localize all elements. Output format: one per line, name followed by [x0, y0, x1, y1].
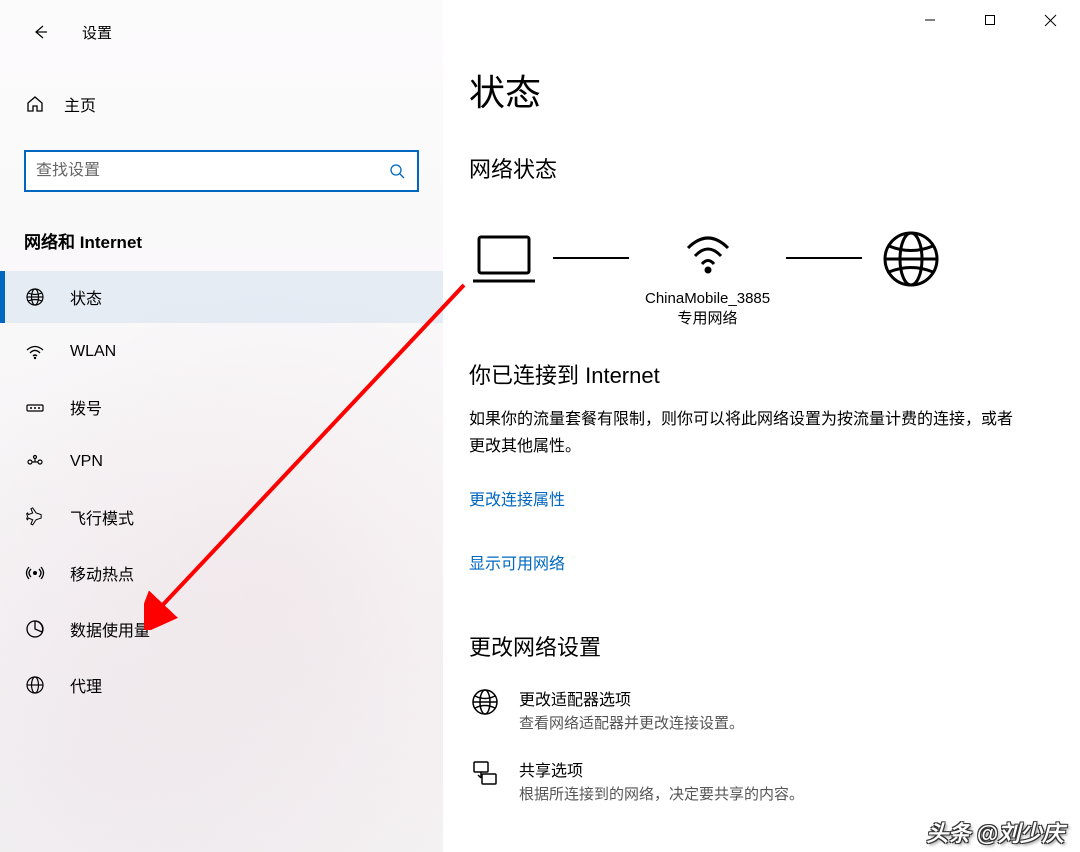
sidebar-item-label: 数据使用量	[70, 617, 150, 641]
wifi-ssid: ChinaMobile_3885	[645, 290, 770, 307]
sidebar-item-label: VPN	[70, 453, 103, 471]
sidebar-item-wlan[interactable]: WLAN	[0, 327, 443, 377]
sharing-icon	[469, 757, 501, 789]
sidebar-item-label: 状态	[70, 285, 102, 309]
wifi-router-icon: ChinaMobile_3885 专用网络	[645, 224, 770, 328]
sidebar-item-label: 飞行模式	[70, 505, 134, 529]
titlebar-left: 设置	[0, 12, 443, 52]
datausage-icon	[24, 618, 46, 640]
option-title: 共享选项	[519, 757, 804, 781]
app-title: 设置	[82, 22, 112, 43]
connected-description: 如果你的流量套餐有限制，则你可以将此网络设置为按流量计费的连接，或者更改其他属性…	[469, 406, 1019, 460]
proxy-icon	[24, 674, 46, 696]
search-box[interactable]	[24, 150, 419, 192]
sidebar-item-status[interactable]: 状态	[0, 271, 443, 323]
watermark: 头条 @刘少庆	[926, 816, 1064, 848]
home-label: 主页	[64, 92, 96, 116]
sidebar-item-hotspot[interactable]: 移动热点	[0, 547, 443, 599]
minimize-icon	[924, 14, 936, 26]
option-desc: 查看网络适配器并更改连接设置。	[519, 712, 744, 733]
minimize-button[interactable]	[900, 0, 960, 40]
internet-globe-icon	[878, 231, 944, 321]
connection-line	[553, 257, 629, 259]
sidebar-item-vpn[interactable]: VPN	[0, 437, 443, 487]
hotspot-icon	[24, 562, 46, 584]
arrow-left-icon	[31, 23, 49, 41]
maximize-button[interactable]	[960, 0, 1020, 40]
network-diagram: ChinaMobile_3885 专用网络	[469, 224, 1080, 328]
airplane-icon	[24, 506, 46, 528]
category-header: 网络和 Internet	[24, 228, 419, 253]
device-icon	[471, 231, 537, 321]
sidebar-item-label: 拨号	[70, 395, 102, 419]
page-title: 状态	[469, 64, 1080, 116]
connection-line	[786, 257, 862, 259]
wifi-icon	[24, 341, 46, 363]
adapter-icon	[469, 686, 501, 718]
sidebar-item-dialup[interactable]: 拨号	[0, 381, 443, 433]
sidebar-item-label: 移动热点	[70, 561, 134, 585]
sidebar-item-proxy[interactable]: 代理	[0, 659, 443, 711]
sidebar-item-airplane[interactable]: 飞行模式	[0, 491, 443, 543]
change-settings-heading: 更改网络设置	[469, 630, 1080, 662]
dialup-icon	[24, 396, 46, 418]
sidebar-item-label: WLAN	[70, 343, 116, 361]
content-area: 状态 网络状态 ChinaMobile_3885 专用网络	[443, 0, 1080, 852]
network-status-heading: 网络状态	[469, 152, 1080, 184]
sidebar-item-datausage[interactable]: 数据使用量	[0, 603, 443, 655]
search-icon	[389, 163, 417, 179]
globe-icon	[24, 286, 46, 308]
close-button[interactable]	[1020, 0, 1080, 40]
option-desc: 根据所连接到的网络，决定要共享的内容。	[519, 783, 804, 804]
option-title: 更改适配器选项	[519, 686, 744, 710]
adapter-options-item[interactable]: 更改适配器选项 查看网络适配器并更改连接设置。	[469, 686, 1080, 733]
back-button[interactable]	[24, 16, 56, 48]
home-nav-item[interactable]: 主页	[0, 80, 443, 128]
show-available-networks-link[interactable]: 显示可用网络	[469, 550, 565, 574]
connected-heading: 你已连接到 Internet	[469, 358, 1080, 390]
close-icon	[1044, 14, 1057, 27]
maximize-icon	[984, 14, 996, 26]
vpn-icon	[24, 451, 46, 473]
wifi-network-type: 专用网络	[678, 307, 738, 328]
settings-sidebar: 设置 主页 网络和 Internet	[0, 0, 443, 852]
sidebar-item-label: 代理	[70, 673, 102, 697]
change-properties-link[interactable]: 更改连接属性	[469, 486, 565, 510]
sharing-options-item[interactable]: 共享选项 根据所连接到的网络，决定要共享的内容。	[469, 757, 1080, 804]
home-icon	[24, 93, 46, 115]
window-controls	[900, 0, 1080, 40]
search-input[interactable]	[26, 162, 389, 180]
